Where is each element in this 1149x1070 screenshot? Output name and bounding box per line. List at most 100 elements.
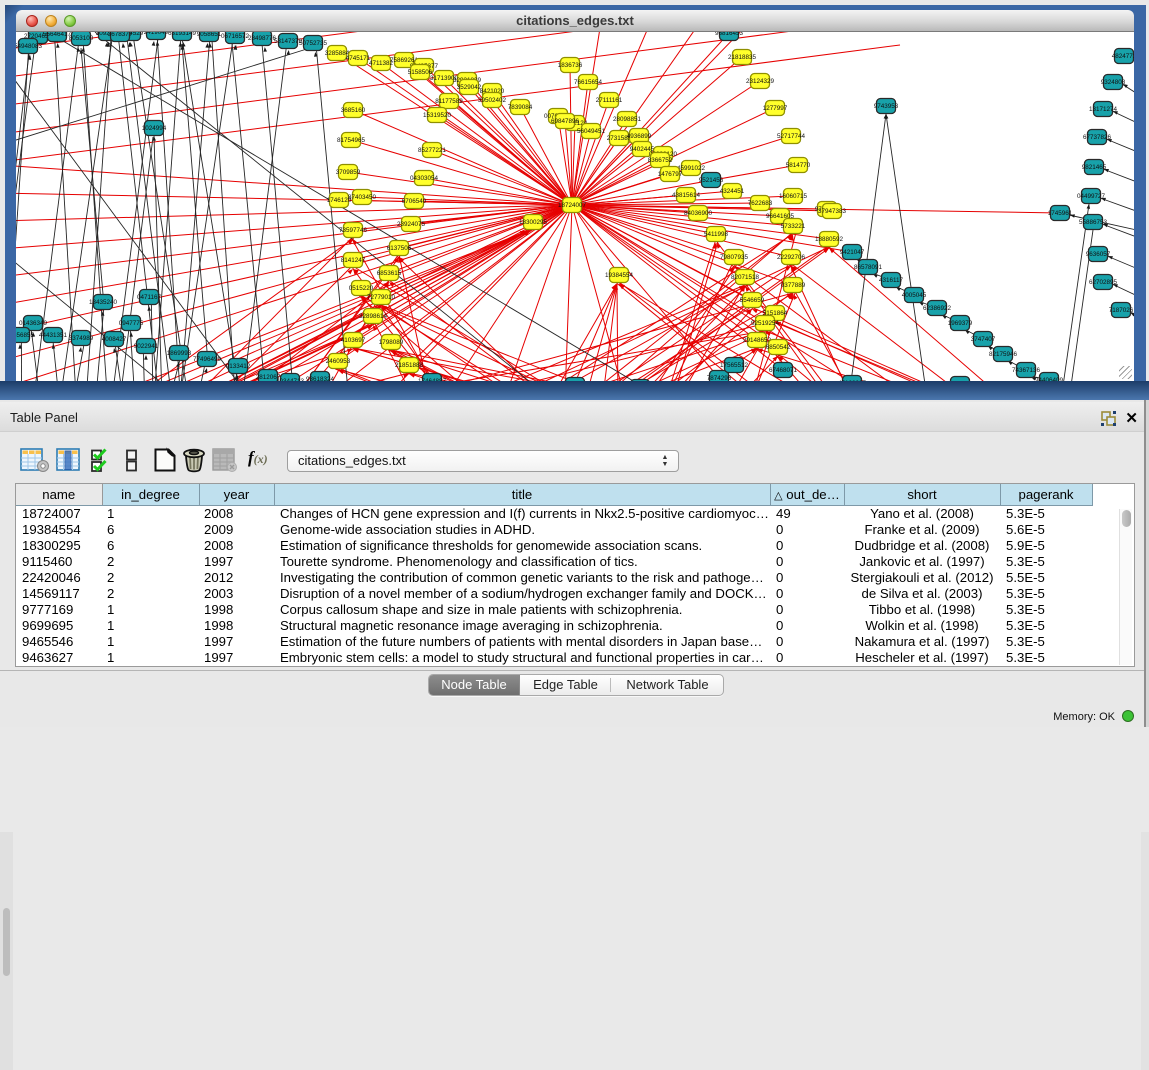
svg-text:16060715: 16060715 — [779, 193, 808, 200]
svg-text:62386922: 62386922 — [923, 305, 952, 312]
svg-text:82175946: 82175946 — [989, 351, 1018, 358]
svg-text:9324808: 9324808 — [1101, 79, 1126, 86]
svg-text:86578091: 86578091 — [854, 264, 883, 271]
svg-text:5733221: 5733221 — [781, 223, 806, 230]
svg-text:06716572: 06716572 — [221, 33, 250, 40]
svg-text:7187026: 7187026 — [1109, 307, 1134, 314]
svg-text:3747407: 3747407 — [971, 336, 996, 343]
svg-text:17565512: 17565512 — [720, 362, 749, 369]
svg-text:9022941: 9022941 — [134, 343, 159, 350]
svg-text:3529042: 3529042 — [457, 84, 482, 91]
svg-text:1476797: 1476797 — [658, 171, 683, 178]
svg-text:9058651: 9058651 — [197, 32, 222, 38]
svg-text:77496499: 77496499 — [193, 356, 222, 363]
svg-text:1024994: 1024994 — [142, 125, 167, 132]
svg-text:54948083: 54948083 — [16, 43, 42, 50]
svg-text:9421047: 9421047 — [840, 249, 865, 256]
svg-text:96816453: 96816453 — [715, 32, 744, 37]
svg-text:9821465: 9821465 — [1082, 164, 1107, 171]
svg-text:4316117: 4316117 — [879, 277, 904, 284]
svg-text:7874296: 7874296 — [707, 375, 732, 381]
svg-text:18300295: 18300295 — [519, 219, 548, 226]
svg-text:01436349: 01436349 — [19, 320, 48, 327]
svg-text:6706540: 6706540 — [402, 198, 427, 205]
svg-text:29148652: 29148652 — [743, 337, 772, 344]
svg-text:9636057: 9636057 — [1086, 251, 1111, 258]
svg-text:0471167: 0471167 — [137, 294, 162, 301]
svg-text:8141247: 8141247 — [341, 257, 366, 264]
svg-text:3685160: 3685160 — [341, 107, 366, 114]
svg-text:55646417: 55646417 — [43, 32, 72, 38]
svg-text:79807935: 79807935 — [720, 254, 749, 261]
svg-text:23124329: 23124329 — [746, 78, 775, 85]
svg-text:40344713: 40344713 — [276, 378, 305, 381]
svg-text:8366752: 8366752 — [648, 157, 673, 164]
svg-text:4824771: 4824771 — [1112, 53, 1134, 60]
svg-text:1869993: 1869993 — [167, 350, 192, 357]
svg-text:67468071: 67468071 — [769, 367, 798, 374]
svg-text:9743953: 9743953 — [874, 103, 899, 110]
svg-text:18880592: 18880592 — [815, 236, 844, 243]
svg-text:2419049: 2419049 — [144, 32, 169, 36]
svg-text:82071518: 82071518 — [731, 274, 760, 281]
svg-text:7622683: 7622683 — [748, 200, 773, 207]
svg-text:9521456: 9521456 — [699, 177, 724, 184]
svg-text:87403450: 87403450 — [348, 194, 377, 201]
svg-text:43815614: 43815614 — [672, 192, 701, 199]
svg-text:76615654: 76615654 — [574, 79, 603, 86]
svg-text:2460953: 2460953 — [326, 358, 351, 365]
svg-text:32898614: 32898614 — [359, 313, 388, 320]
svg-text:63193149: 63193149 — [168, 32, 197, 37]
svg-text:22292706: 22292706 — [777, 254, 806, 261]
svg-text:1277997: 1277997 — [763, 105, 788, 112]
svg-text:7839084: 7839084 — [508, 104, 533, 111]
svg-text:6137506: 6137506 — [387, 245, 412, 252]
svg-text:94406409: 94406409 — [1035, 377, 1064, 381]
svg-text:18724007: 18724007 — [558, 202, 587, 209]
svg-text:44431351: 44431351 — [39, 332, 68, 339]
svg-text:52717744: 52717744 — [777, 133, 806, 140]
svg-text:17464887: 17464887 — [418, 378, 447, 381]
svg-text:39502402: 39502402 — [478, 97, 507, 104]
svg-text:85277221: 85277221 — [418, 147, 447, 154]
svg-text:1798089: 1798089 — [379, 339, 404, 346]
svg-text:56049451: 56049451 — [577, 128, 606, 135]
svg-text:3374989: 3374989 — [69, 335, 94, 342]
svg-text:3678377: 3678377 — [108, 32, 133, 38]
svg-text:4005045: 4005045 — [902, 292, 927, 299]
svg-text:37947383: 37947383 — [818, 208, 847, 215]
svg-text:04303054: 04303054 — [410, 175, 439, 182]
svg-text:4324451: 4324451 — [720, 188, 745, 195]
svg-text:45168087: 45168087 — [838, 380, 867, 381]
svg-text:28098851: 28098851 — [613, 116, 642, 123]
svg-text:1745961: 1745961 — [1048, 210, 1073, 217]
svg-text:4103697: 4103697 — [341, 337, 366, 344]
svg-text:78856855: 78856855 — [16, 332, 34, 339]
svg-text:8053100: 8053100 — [69, 35, 94, 42]
svg-text:6853615: 6853615 — [377, 270, 402, 277]
svg-text:0947775: 0947775 — [119, 320, 144, 327]
svg-text:1836736: 1836736 — [558, 62, 583, 69]
svg-text:93618324: 93618324 — [306, 376, 335, 381]
svg-text:21818835: 21818835 — [728, 54, 757, 61]
svg-text:3709859: 3709859 — [336, 169, 361, 176]
svg-text:0377889: 0377889 — [781, 282, 806, 289]
svg-text:81177589: 81177589 — [435, 98, 463, 105]
svg-text:69847896: 69847896 — [551, 118, 580, 125]
svg-text:84036900: 84036900 — [684, 210, 713, 217]
svg-text:74367136: 74367136 — [1012, 367, 1041, 374]
svg-text:9133412: 9133412 — [226, 363, 251, 370]
svg-text:4936899: 4936899 — [627, 133, 652, 140]
svg-text:50752735: 50752735 — [299, 40, 328, 47]
svg-text:1969379: 1969379 — [948, 320, 973, 327]
svg-text:4745171: 4745171 — [346, 55, 371, 62]
svg-text:5546659: 5546659 — [740, 297, 765, 304]
svg-text:15319520: 15319520 — [423, 112, 452, 119]
svg-text:5814770: 5814770 — [786, 162, 811, 169]
svg-text:23924075: 23924075 — [397, 221, 426, 228]
svg-text:72779010: 72779010 — [367, 294, 396, 301]
svg-text:4008427: 4008427 — [102, 336, 127, 343]
svg-text:0515220: 0515220 — [349, 285, 374, 292]
svg-text:73597746: 73597746 — [339, 227, 368, 234]
svg-text:62702895: 62702895 — [1089, 279, 1118, 286]
